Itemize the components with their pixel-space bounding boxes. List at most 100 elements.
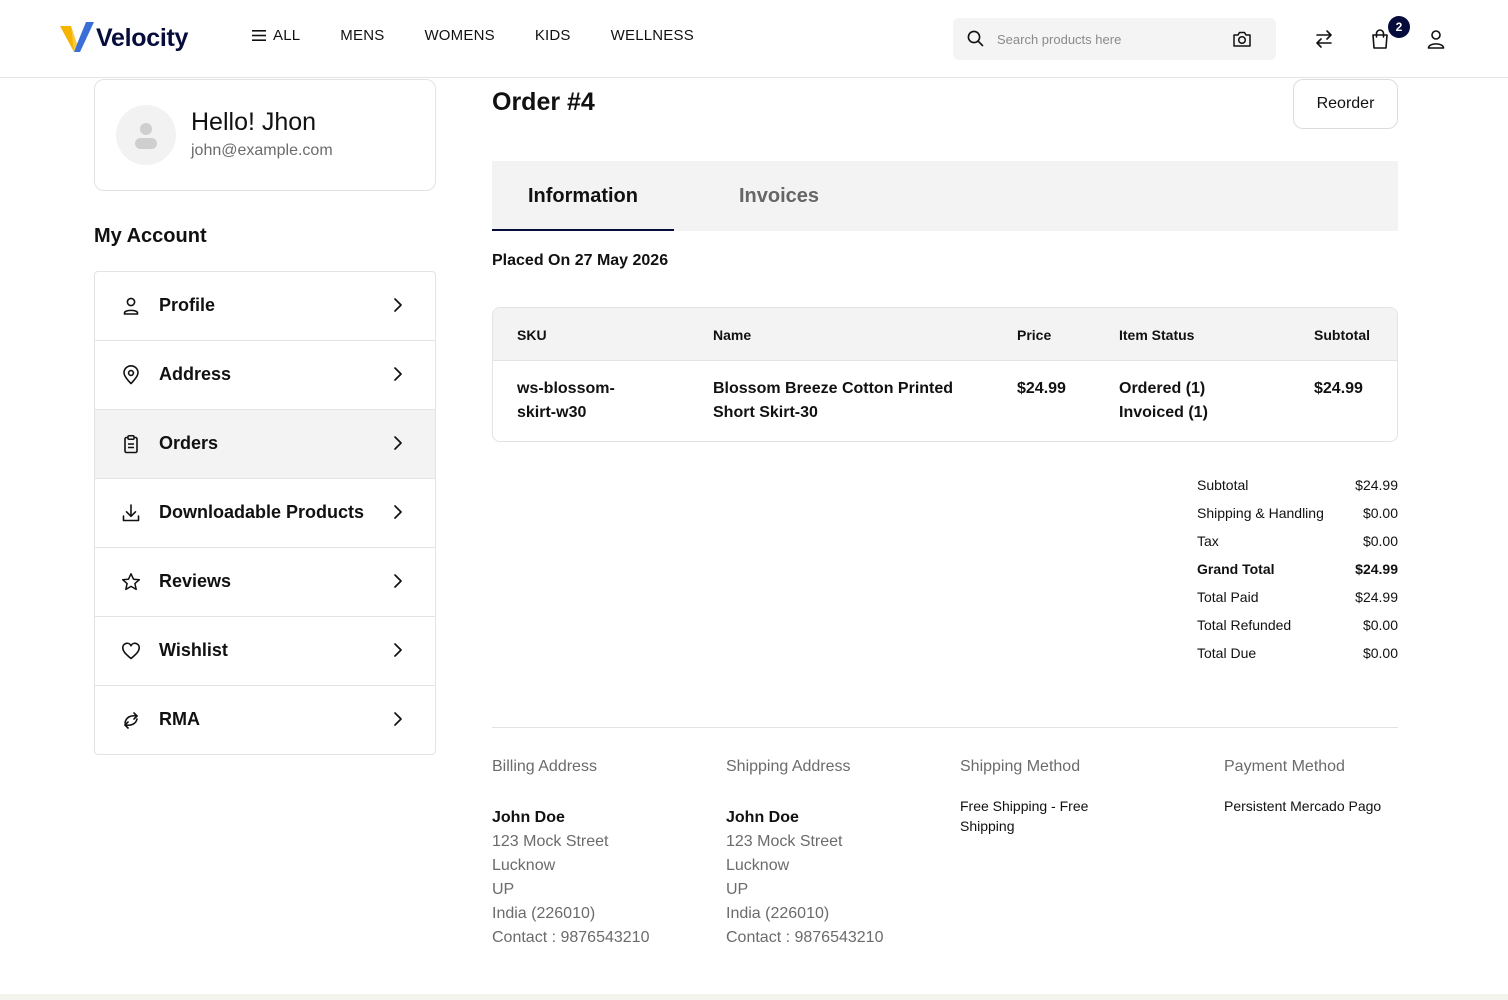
billing-country: India (226010) [492, 905, 596, 922]
billing-name: John Doe [492, 809, 565, 826]
nav-wellness[interactable]: WELLNESS [611, 27, 694, 44]
summary-value: $0.00 [1362, 533, 1398, 549]
logo-v-icon [60, 22, 94, 52]
sku-line-2: skirt-w30 [517, 404, 587, 421]
cell-name: Blossom Breeze Cotton Printed Short Skir… [713, 377, 953, 425]
sidebar-item-label: Profile [159, 295, 216, 315]
nav-all-label: ALL [273, 27, 301, 44]
payment-method-value: Persistent Mercado Pago [1224, 798, 1382, 814]
sidebar-item-label: Address [159, 364, 232, 384]
summary-label: Total Due [1197, 645, 1257, 661]
chevron-right-icon [394, 712, 402, 726]
tab-information[interactable]: Information [492, 161, 674, 231]
order-tabs: Information Invoices [492, 161, 1398, 231]
sidebar-item-label: Reviews [159, 571, 232, 591]
summary-row-tax: Tax $0.00 [1197, 530, 1398, 558]
search-icon[interactable] [967, 30, 984, 47]
hamburger-icon [252, 30, 266, 41]
sidebar-item-label: RMA [159, 709, 200, 729]
sidebar-item-label: Downloadable Products [159, 502, 365, 522]
shopping-bag-icon[interactable] [1369, 28, 1391, 50]
cart-count-badge: 2 [1388, 16, 1410, 38]
column-header-price: Price [1017, 327, 1052, 343]
shipping-address: John Doe 123 Mock Street Lucknow UP Indi… [726, 806, 883, 950]
name-line-1: Blossom Breeze Cotton Printed [713, 380, 954, 397]
heart-icon [122, 642, 140, 660]
summary-label: Shipping & Handling [1197, 505, 1324, 521]
star-icon [121, 573, 141, 591]
status-invoiced: Invoiced (1) [1119, 404, 1208, 421]
download-icon [122, 504, 140, 522]
billing-contact: Contact : 9876543210 [492, 929, 650, 946]
billing-city: Lucknow [492, 857, 556, 874]
sidebar-item-label: Orders [159, 433, 219, 453]
shipping-street: 123 Mock Street [726, 833, 843, 850]
shipping-name: John Doe [726, 809, 799, 826]
status-ordered: Ordered (1) [1119, 380, 1206, 397]
summary-label: Total Paid [1197, 589, 1259, 605]
sidebar-item-label: Wishlist [159, 640, 228, 660]
payment-method-heading: Payment Method [1224, 758, 1345, 775]
order-summary: Subtotal $24.99 Shipping & Handling $0.0… [1197, 474, 1398, 670]
search-input[interactable] [997, 18, 1227, 60]
page-title: Order #4 [492, 88, 595, 116]
sidebar-item-address[interactable]: Address [95, 341, 435, 410]
shipping-address-heading: Shipping Address [726, 758, 851, 775]
shipping-method-heading: Shipping Method [960, 758, 1081, 775]
sidebar-item-reviews[interactable]: Reviews [95, 548, 435, 617]
sidebar-item-downloadable-products[interactable]: Downloadable Products [95, 479, 435, 548]
cell-sku: ws-blossom- skirt-w30 [517, 377, 615, 425]
nav-all[interactable]: ALL [252, 27, 300, 44]
user-icon [123, 297, 139, 315]
logo[interactable]: Velocity [60, 22, 188, 54]
reorder-button[interactable]: Reorder [1293, 79, 1398, 129]
sidebar-item-rma[interactable]: RMA [95, 686, 435, 754]
chevron-right-icon [394, 505, 402, 519]
column-header-item-status: Item Status [1119, 327, 1195, 343]
profile-card: Hello! Jhon john@example.com [94, 79, 436, 191]
summary-label: Grand Total [1197, 561, 1275, 577]
table-header: SKU Name Price Item Status Subtotal [493, 308, 1397, 361]
name-line-2: Short Skirt-30 [713, 404, 818, 421]
shipping-country: India (226010) [726, 905, 830, 922]
nav-kids[interactable]: KIDS [535, 27, 571, 44]
avatar [116, 105, 176, 165]
return-arrows-icon [124, 712, 138, 729]
account-section-title: My Account [94, 225, 207, 247]
camera-icon[interactable] [1232, 30, 1252, 48]
avatar-placeholder-icon [135, 123, 157, 149]
divider [492, 727, 1398, 728]
billing-street: 123 Mock Street [492, 833, 609, 850]
order-items-table: SKU Name Price Item Status Subtotal ws-b… [492, 307, 1398, 442]
summary-value: $24.99 [1355, 589, 1398, 605]
billing-address: John Doe 123 Mock Street Lucknow UP Indi… [492, 806, 649, 950]
column-header-sku: SKU [517, 327, 547, 343]
user-email: john@example.com [191, 142, 333, 159]
billing-state: UP [492, 881, 515, 898]
tab-invoices[interactable]: Invoices [706, 161, 852, 231]
billing-address-heading: Billing Address [492, 758, 597, 775]
column-header-subtotal: Subtotal [1314, 327, 1370, 343]
shipping-method-value: Free Shipping - Free Shipping [960, 796, 1088, 836]
summary-value: $24.99 [1355, 561, 1398, 577]
sidebar-item-orders[interactable]: Orders [95, 410, 435, 479]
logo-text: Velocity [96, 23, 189, 52]
summary-value: $0.00 [1362, 505, 1398, 521]
summary-value: $0.00 [1362, 645, 1398, 661]
summary-row-shipping: Shipping & Handling $0.00 [1197, 502, 1398, 530]
cell-subtotal: $24.99 [1314, 380, 1363, 397]
site-header: Velocity ALL MENS WOMENS KIDS WELLNESS S… [0, 0, 1508, 78]
summary-label: Tax [1197, 533, 1219, 549]
account-menu: Profile Address Orders Downloadable Prod… [94, 271, 436, 755]
nav-mens[interactable]: MENS [340, 27, 384, 44]
search-bar [953, 18, 1276, 60]
nav-womens[interactable]: WOMENS [424, 27, 494, 44]
summary-row-subtotal: Subtotal $24.99 [1197, 474, 1398, 502]
sidebar-item-profile[interactable]: Profile [95, 272, 435, 341]
chevron-right-icon [394, 574, 402, 588]
compare-icon[interactable] [1313, 28, 1335, 50]
main-nav: ALL MENS WOMENS KIDS WELLNESS [252, 27, 734, 44]
sidebar-item-wishlist[interactable]: Wishlist [95, 617, 435, 686]
shipping-method-line-2: Shipping [960, 818, 1015, 834]
account-icon[interactable] [1425, 28, 1447, 50]
